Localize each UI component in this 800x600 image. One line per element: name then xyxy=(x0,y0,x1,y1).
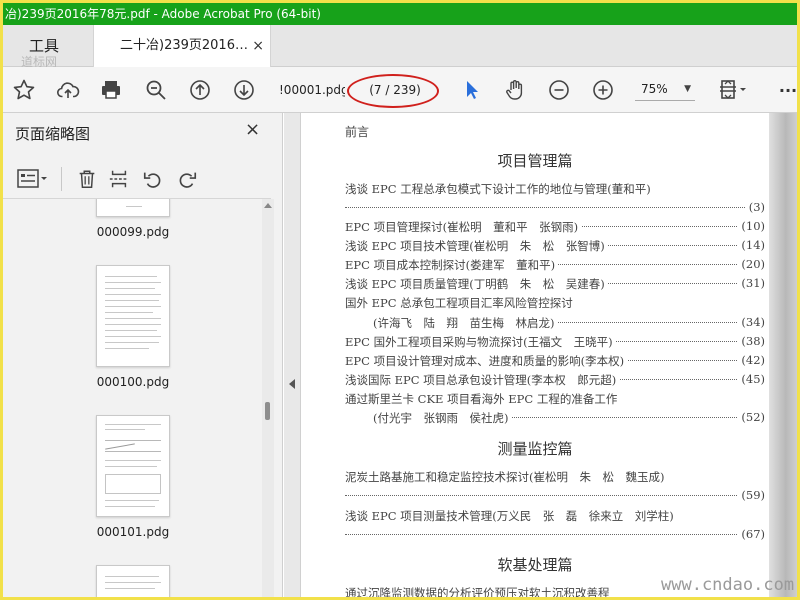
pane-title: 页面缩略图 xyxy=(15,125,91,143)
thumbnail-label: 000101.pdg xyxy=(96,525,170,539)
zoom-out-search-icon[interactable] xyxy=(141,75,171,105)
document-page: 前言 项目管理篇 浅谈 EPC 工程总承包模式下设计工作的地位与管理(董和平) … xyxy=(301,113,769,597)
thumbnail-options-icon[interactable] xyxy=(13,165,53,193)
zoom-value: 75% xyxy=(641,82,668,96)
tab-close-icon[interactable]: × xyxy=(252,25,264,67)
toc-entry: (许海飞 陆 翔 苗生梅 林启龙) (34) xyxy=(373,315,765,330)
page-number-field[interactable]: !00001.pdg xyxy=(279,79,345,101)
toc-entry: EPC 国外工程项目采购与物流探讨(王福文 王晓平) (38) xyxy=(345,334,765,349)
delete-page-icon[interactable] xyxy=(73,165,101,193)
pane-close-icon[interactable]: × xyxy=(245,119,260,140)
section-heading: 项目管理篇 xyxy=(497,152,573,170)
thumbnail-label: 000100.pdg xyxy=(96,375,170,389)
toc-entry: EPC 项目管理探讨(崔松明 董和平 张钢雨) (10) xyxy=(345,219,765,234)
pane-toolbar-divider xyxy=(61,167,62,191)
main-toolbar: !00001.pdg (7 / 239) 75% ▼ ··· xyxy=(3,67,797,113)
toc-entry: EPC 项目成本控制探讨(娄建军 董和平) (20) xyxy=(345,257,765,272)
tab-document[interactable]: 二十冶)239页2016… × xyxy=(93,25,271,68)
title-bar: 冶)239页2016年78元.pdf - Adobe Acrobat Pro (… xyxy=(3,3,797,25)
rotate-right-icon[interactable] xyxy=(173,165,201,193)
scrollbar-thumb[interactable] xyxy=(265,402,270,420)
scroll-up-icon[interactable] xyxy=(264,203,272,208)
highlight-ring xyxy=(347,74,439,108)
watermark-bottom-right: www.cndao.com xyxy=(661,575,795,595)
extract-page-icon[interactable] xyxy=(105,165,133,193)
toc-entry: 浅谈国际 EPC 项目总承包设计管理(李本权 郎元超) (45) xyxy=(345,372,765,387)
upload-cloud-icon[interactable] xyxy=(53,75,83,105)
hand-tool-icon[interactable] xyxy=(500,75,530,105)
toc-entry: 浅谈 EPC 项目质量管理(丁明鹤 朱 松 吴建春) (31) xyxy=(345,276,765,291)
toc-entry: 泥炭土路基施工和稳定监控技术探讨(崔松明 朱 松 魏玉成) xyxy=(345,469,765,485)
thumbnail-label: 000099.pdg xyxy=(96,225,170,239)
zoom-in-icon[interactable] xyxy=(588,75,618,105)
toc-entry: 浅谈 EPC 项目测量技术管理(万义民 张 磊 徐来立 刘学柱) xyxy=(345,508,765,524)
toc-entry: 国外 EPC 总承包工程项目汇率风险管控探讨 xyxy=(345,295,765,311)
preface-label: 前言 xyxy=(345,125,370,139)
collapse-left-icon[interactable] xyxy=(289,379,295,389)
thumbnail-page-000102[interactable] xyxy=(96,565,170,597)
select-cursor-icon[interactable] xyxy=(457,75,487,105)
tab-row: 工具 二十冶)239页2016… × 道标网 xyxy=(3,25,797,69)
acrobat-window: 冶)239页2016年78元.pdf - Adobe Acrobat Pro (… xyxy=(0,0,800,600)
thumbnail-page-000101[interactable] xyxy=(96,415,170,517)
section-heading: 测量监控篇 xyxy=(497,440,573,458)
page-down-icon[interactable] xyxy=(229,75,259,105)
thumbnail-page-000100[interactable] xyxy=(96,265,170,367)
section-heading: 软基处理篇 xyxy=(497,556,573,574)
toc-entry: 通过斯里兰卡 CKE 项目看海外 EPC 工程的准备工作 xyxy=(345,391,765,407)
page-edge-shadow xyxy=(769,113,797,597)
rotate-left-icon[interactable] xyxy=(139,165,167,193)
pane-collapse-strip[interactable] xyxy=(284,113,301,597)
page-up-icon[interactable] xyxy=(185,75,215,105)
thumbnail-pane: 页面缩略图 × 000099.pdg 000100.pdg 000101.pdg xyxy=(3,113,283,597)
toc-entry: 浅谈 EPC 项目技术管理(崔松明 朱 松 张智博) (14) xyxy=(345,238,765,253)
chevron-down-icon: ▼ xyxy=(684,84,691,94)
more-icon[interactable]: ··· xyxy=(773,75,797,105)
fit-page-icon[interactable] xyxy=(713,75,753,105)
zoom-out-icon[interactable] xyxy=(544,75,574,105)
toc-entry: (付光宇 张钢雨 侯社虎) (52) xyxy=(373,410,765,425)
zoom-select[interactable]: 75% ▼ xyxy=(635,77,695,101)
thumbnail-scrollbar[interactable] xyxy=(262,199,274,597)
toc-entry: EPC 项目设计管理对成本、进度和质量的影响(李本权) (42) xyxy=(345,353,765,368)
tab-document-label: 二十冶)239页2016… xyxy=(120,38,248,53)
print-icon[interactable] xyxy=(96,75,126,105)
star-icon[interactable] xyxy=(9,75,39,105)
pane-toolbar xyxy=(3,159,271,199)
thumbnail-list: 000099.pdg 000100.pdg 000101.pdg xyxy=(3,199,261,597)
thumbnail-page-000099[interactable] xyxy=(96,199,170,217)
document-view[interactable]: 前言 项目管理篇 浅谈 EPC 工程总承包模式下设计工作的地位与管理(董和平) … xyxy=(301,113,797,597)
toc-entry: 浅谈 EPC 工程总承包模式下设计工作的地位与管理(董和平) xyxy=(345,181,765,197)
